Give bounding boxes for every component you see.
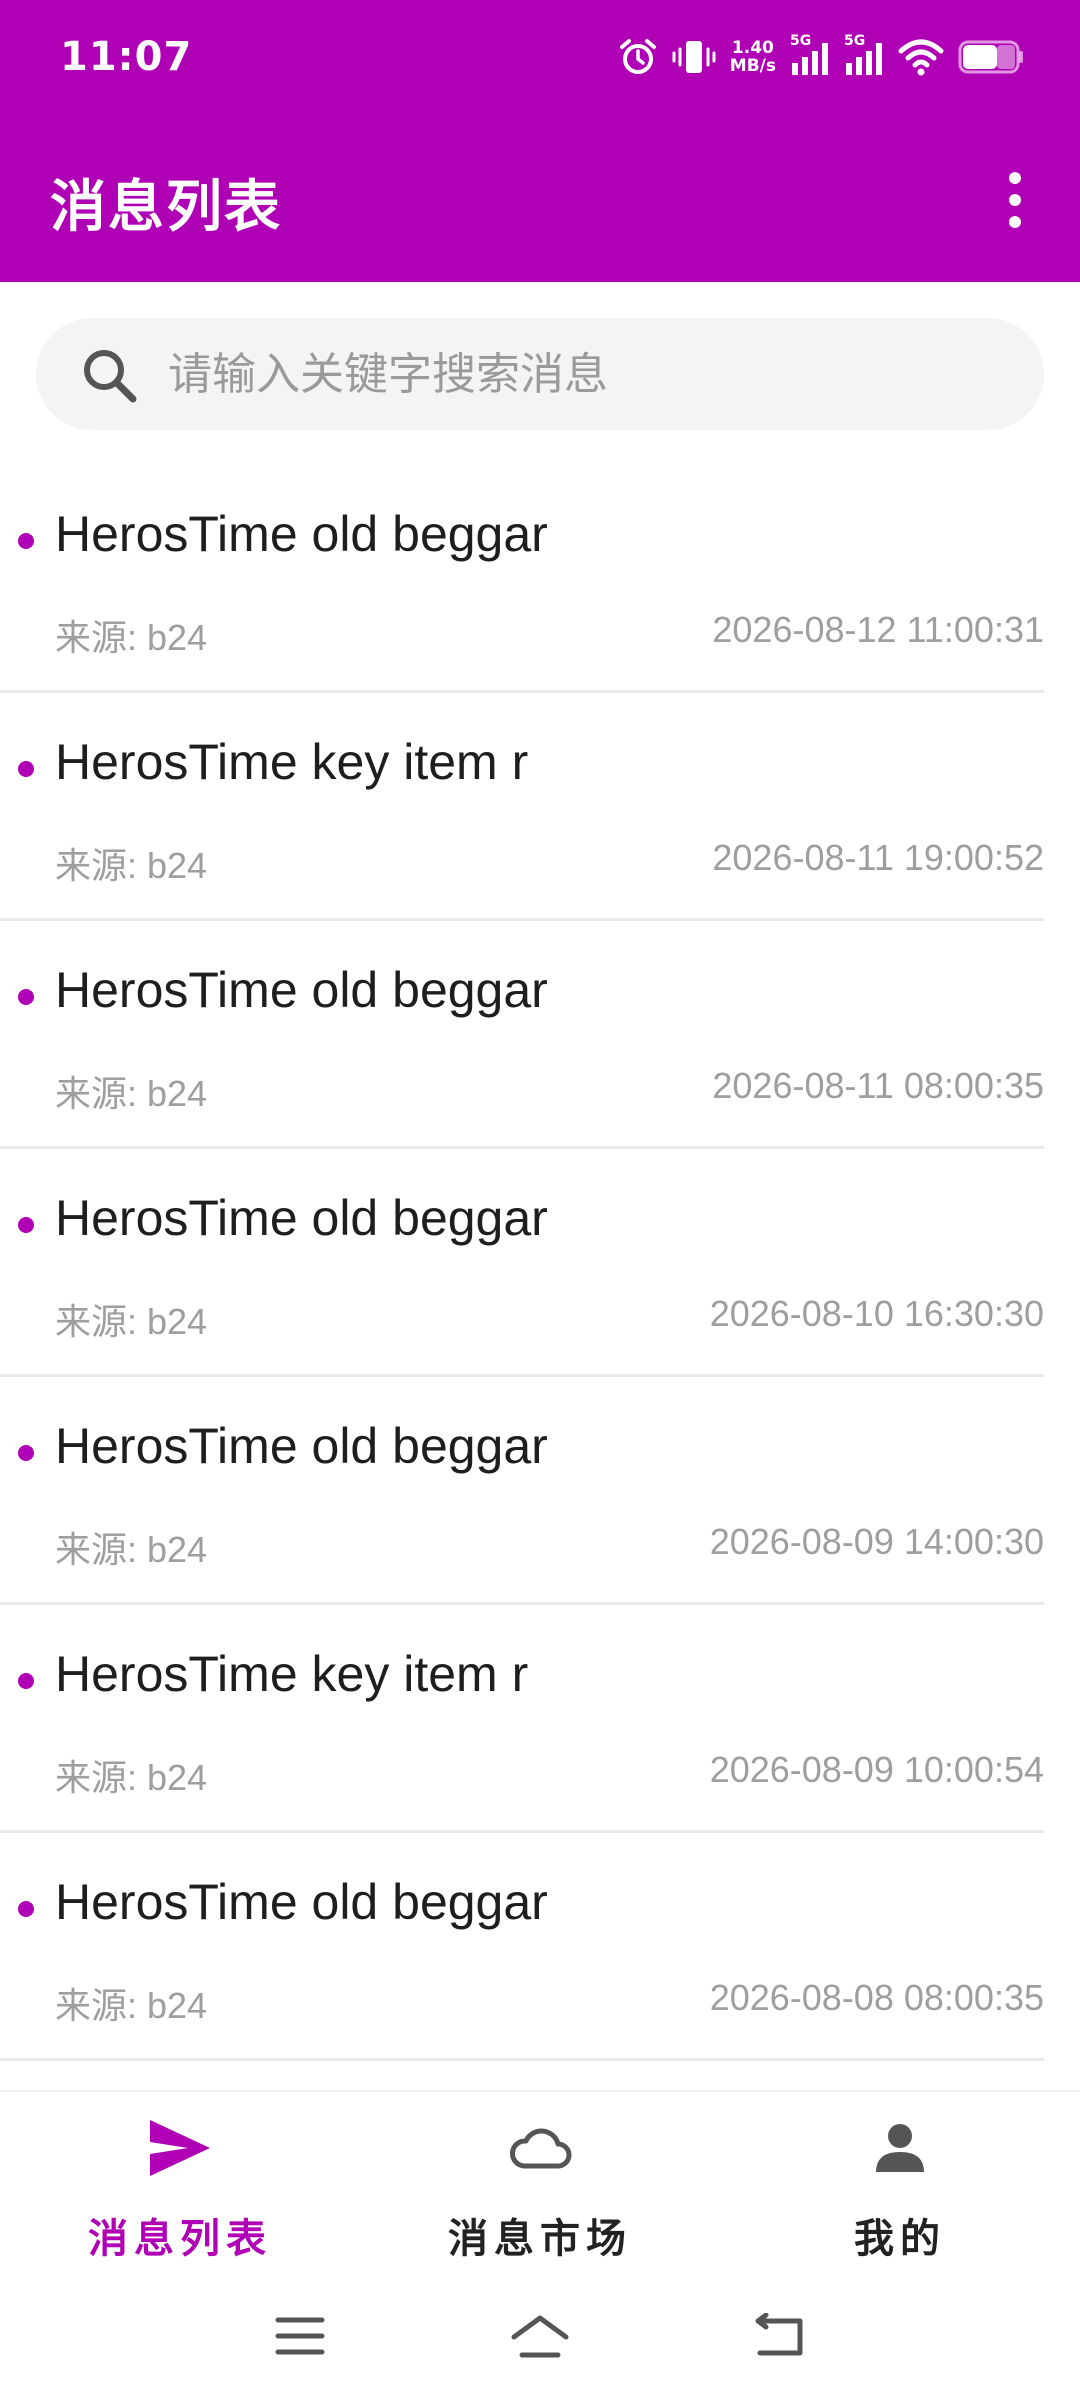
unread-dot [18,1901,34,1917]
list-item[interactable]: HerosTime old beggar 来源: b24 2026-08-10 … [0,1149,1044,1377]
search-input[interactable] [168,340,1008,408]
vibrate-icon [672,37,716,77]
more-options-button[interactable] [980,160,1050,240]
recent-apps-button[interactable] [265,2306,335,2366]
list-item[interactable]: HerosTime old beggar 来源: b24 2026-08-11 … [0,921,1044,1149]
list-item[interactable]: HerosTime old beggar 来源: b24 2026-08-08 … [0,1833,1044,2061]
nav-item-message-list[interactable]: 消息列表 [0,2092,360,2278]
message-title: HerosTime old beggar [55,506,548,562]
message-title: HerosTime key item r [55,1646,529,1702]
signal-icon: 5G [844,33,884,77]
nav-label: 消息市场 [448,2216,632,2262]
system-navigation-bar [0,2276,1080,2400]
unread-dot [18,1445,34,1461]
message-source: 来源: b24 [55,617,208,658]
list-item[interactable]: HerosTime old beggar 来源: b24 2026-08-12 … [0,465,1044,693]
message-time: 2026-08-09 10:00:54 [709,1749,1044,1790]
message-title: HerosTime old beggar [55,1418,548,1474]
net-speed-indicator: 1.40 MB/s [730,39,776,75]
status-time: 11:07 [60,34,193,80]
unread-dot [18,989,34,1005]
message-time: 2026-08-08 08:00:35 [709,1977,1044,2018]
message-title: HerosTime key item r [55,734,529,790]
back-button[interactable] [745,2306,815,2366]
bottom-navigation: 消息列表 消息市场 我的 [0,2090,1080,2276]
net-speed-value: 1.40 [731,38,774,58]
status-bar: 11:07 1.40 MB/s 5G 5G [0,0,1080,118]
message-source: 来源: b24 [55,845,208,886]
back-icon [755,2313,803,2356]
message-time: 2026-08-09 14:00:30 [709,1521,1044,1562]
page-title: 消息列表 [50,175,282,240]
nav-item-mine[interactable]: 我的 [720,2092,1080,2278]
app-root: 11:07 1.40 MB/s 5G 5G 消息列表 请输入关键字搜索消息 He… [0,0,1080,2400]
message-source: 来源: b24 [55,1529,208,1570]
message-time: 2026-08-10 16:30:30 [709,1293,1044,1334]
message-time: 2026-08-11 08:00:35 [712,1065,1044,1106]
message-title: HerosTime old beggar [55,962,548,1018]
alarm-icon [618,37,658,77]
send-icon [150,2120,210,2176]
status-icons: 1.40 MB/s 5G 5G [618,32,1024,82]
nav-item-message-market[interactable]: 消息市场 [360,2092,720,2278]
message-title: HerosTime old beggar [55,1190,548,1246]
unread-dot [18,533,34,549]
battery-icon [958,37,1024,77]
message-source: 来源: b24 [55,1301,208,1342]
message-time: 2026-08-11 19:00:52 [712,837,1044,878]
search-icon [84,350,137,403]
nav-label: 消息列表 [88,2216,272,2262]
unread-dot [18,761,34,777]
message-list: HerosTime old beggar 来源: b24 2026-08-12 … [0,465,1044,2061]
wifi-icon [898,37,944,77]
home-button[interactable] [505,2306,575,2366]
signal-icon: 5G [790,33,830,77]
person-icon [876,2124,924,2172]
message-source: 来源: b24 [55,1073,208,1114]
list-item[interactable]: HerosTime old beggar 来源: b24 2026-08-09 … [0,1377,1044,1605]
search-bar[interactable] [36,318,1044,430]
message-source: 来源: b24 [55,1985,208,2026]
net-speed-unit: MB/s [729,56,776,76]
message-time: 2026-08-12 11:00:31 [712,609,1044,650]
message-title: HerosTime old beggar [55,1874,548,1930]
header: 11:07 1.40 MB/s 5G 5G 消息列表 [0,0,1080,282]
more-vertical-icon [1009,172,1021,228]
cloud-icon [510,2128,572,2169]
menu-icon [275,2317,325,2355]
message-source: 来源: b24 [55,1757,208,1798]
nav-label: 我的 [854,2216,946,2262]
unread-dot [18,1217,34,1233]
unread-dot [18,1673,34,1689]
home-icon [511,2315,569,2358]
list-item[interactable]: HerosTime key item r 来源: b24 2026-08-11 … [0,693,1044,921]
list-item[interactable]: HerosTime key item r 来源: b24 2026-08-09 … [0,1605,1044,1833]
